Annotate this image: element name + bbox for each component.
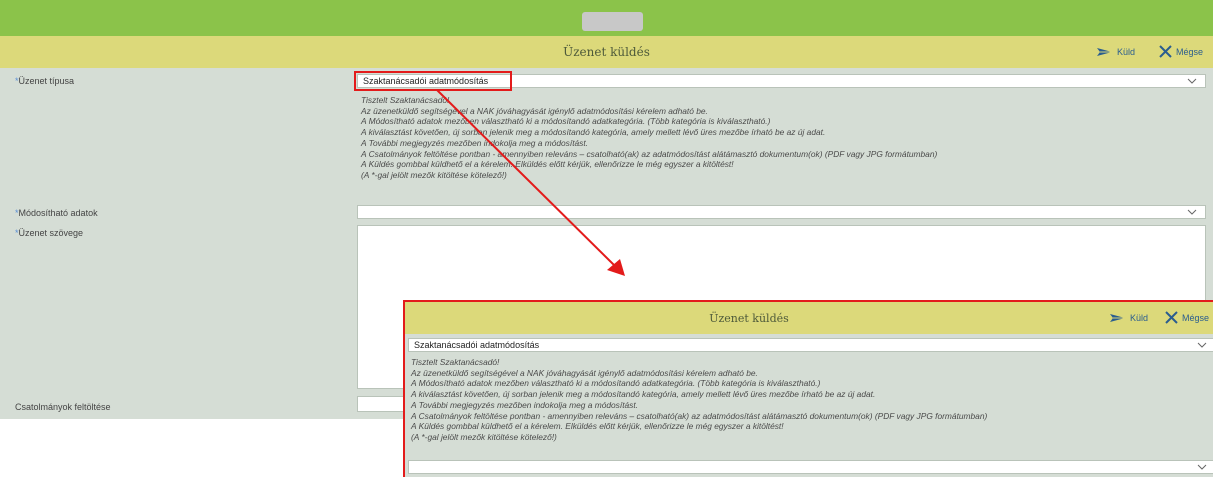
zoom-message-type-select[interactable]: Szaktanácsadói adatmódosítás — [408, 338, 1213, 352]
zoom-cancel-label: Mégse — [1182, 312, 1210, 323]
zoom-panel: Üzenet küldés Küld Mégse Szaktanácsadói … — [403, 300, 1213, 477]
zoom-dialog-title: Üzenet küldés — [709, 312, 789, 325]
zoom-message-type-value: Szaktanácsadói adatmódosítás — [414, 340, 540, 350]
zoom-cancel-button[interactable]: Mégse — [1165, 311, 1209, 324]
close-icon — [1165, 311, 1178, 324]
zoom-modifiable-select[interactable] — [408, 460, 1213, 474]
zoom-help-text: Tisztelt Szaktanácsadó! Az üzenetküldő s… — [411, 357, 988, 442]
zoom-send-button[interactable]: Küld — [1110, 313, 1148, 323]
zoom-send-label: Küld — [1130, 313, 1149, 323]
chevron-down-icon — [1197, 464, 1207, 470]
send-icon — [1110, 314, 1125, 322]
chevron-down-icon — [1197, 342, 1207, 348]
zoom-dialog-header: Üzenet küldés Küld Mégse — [405, 302, 1213, 334]
